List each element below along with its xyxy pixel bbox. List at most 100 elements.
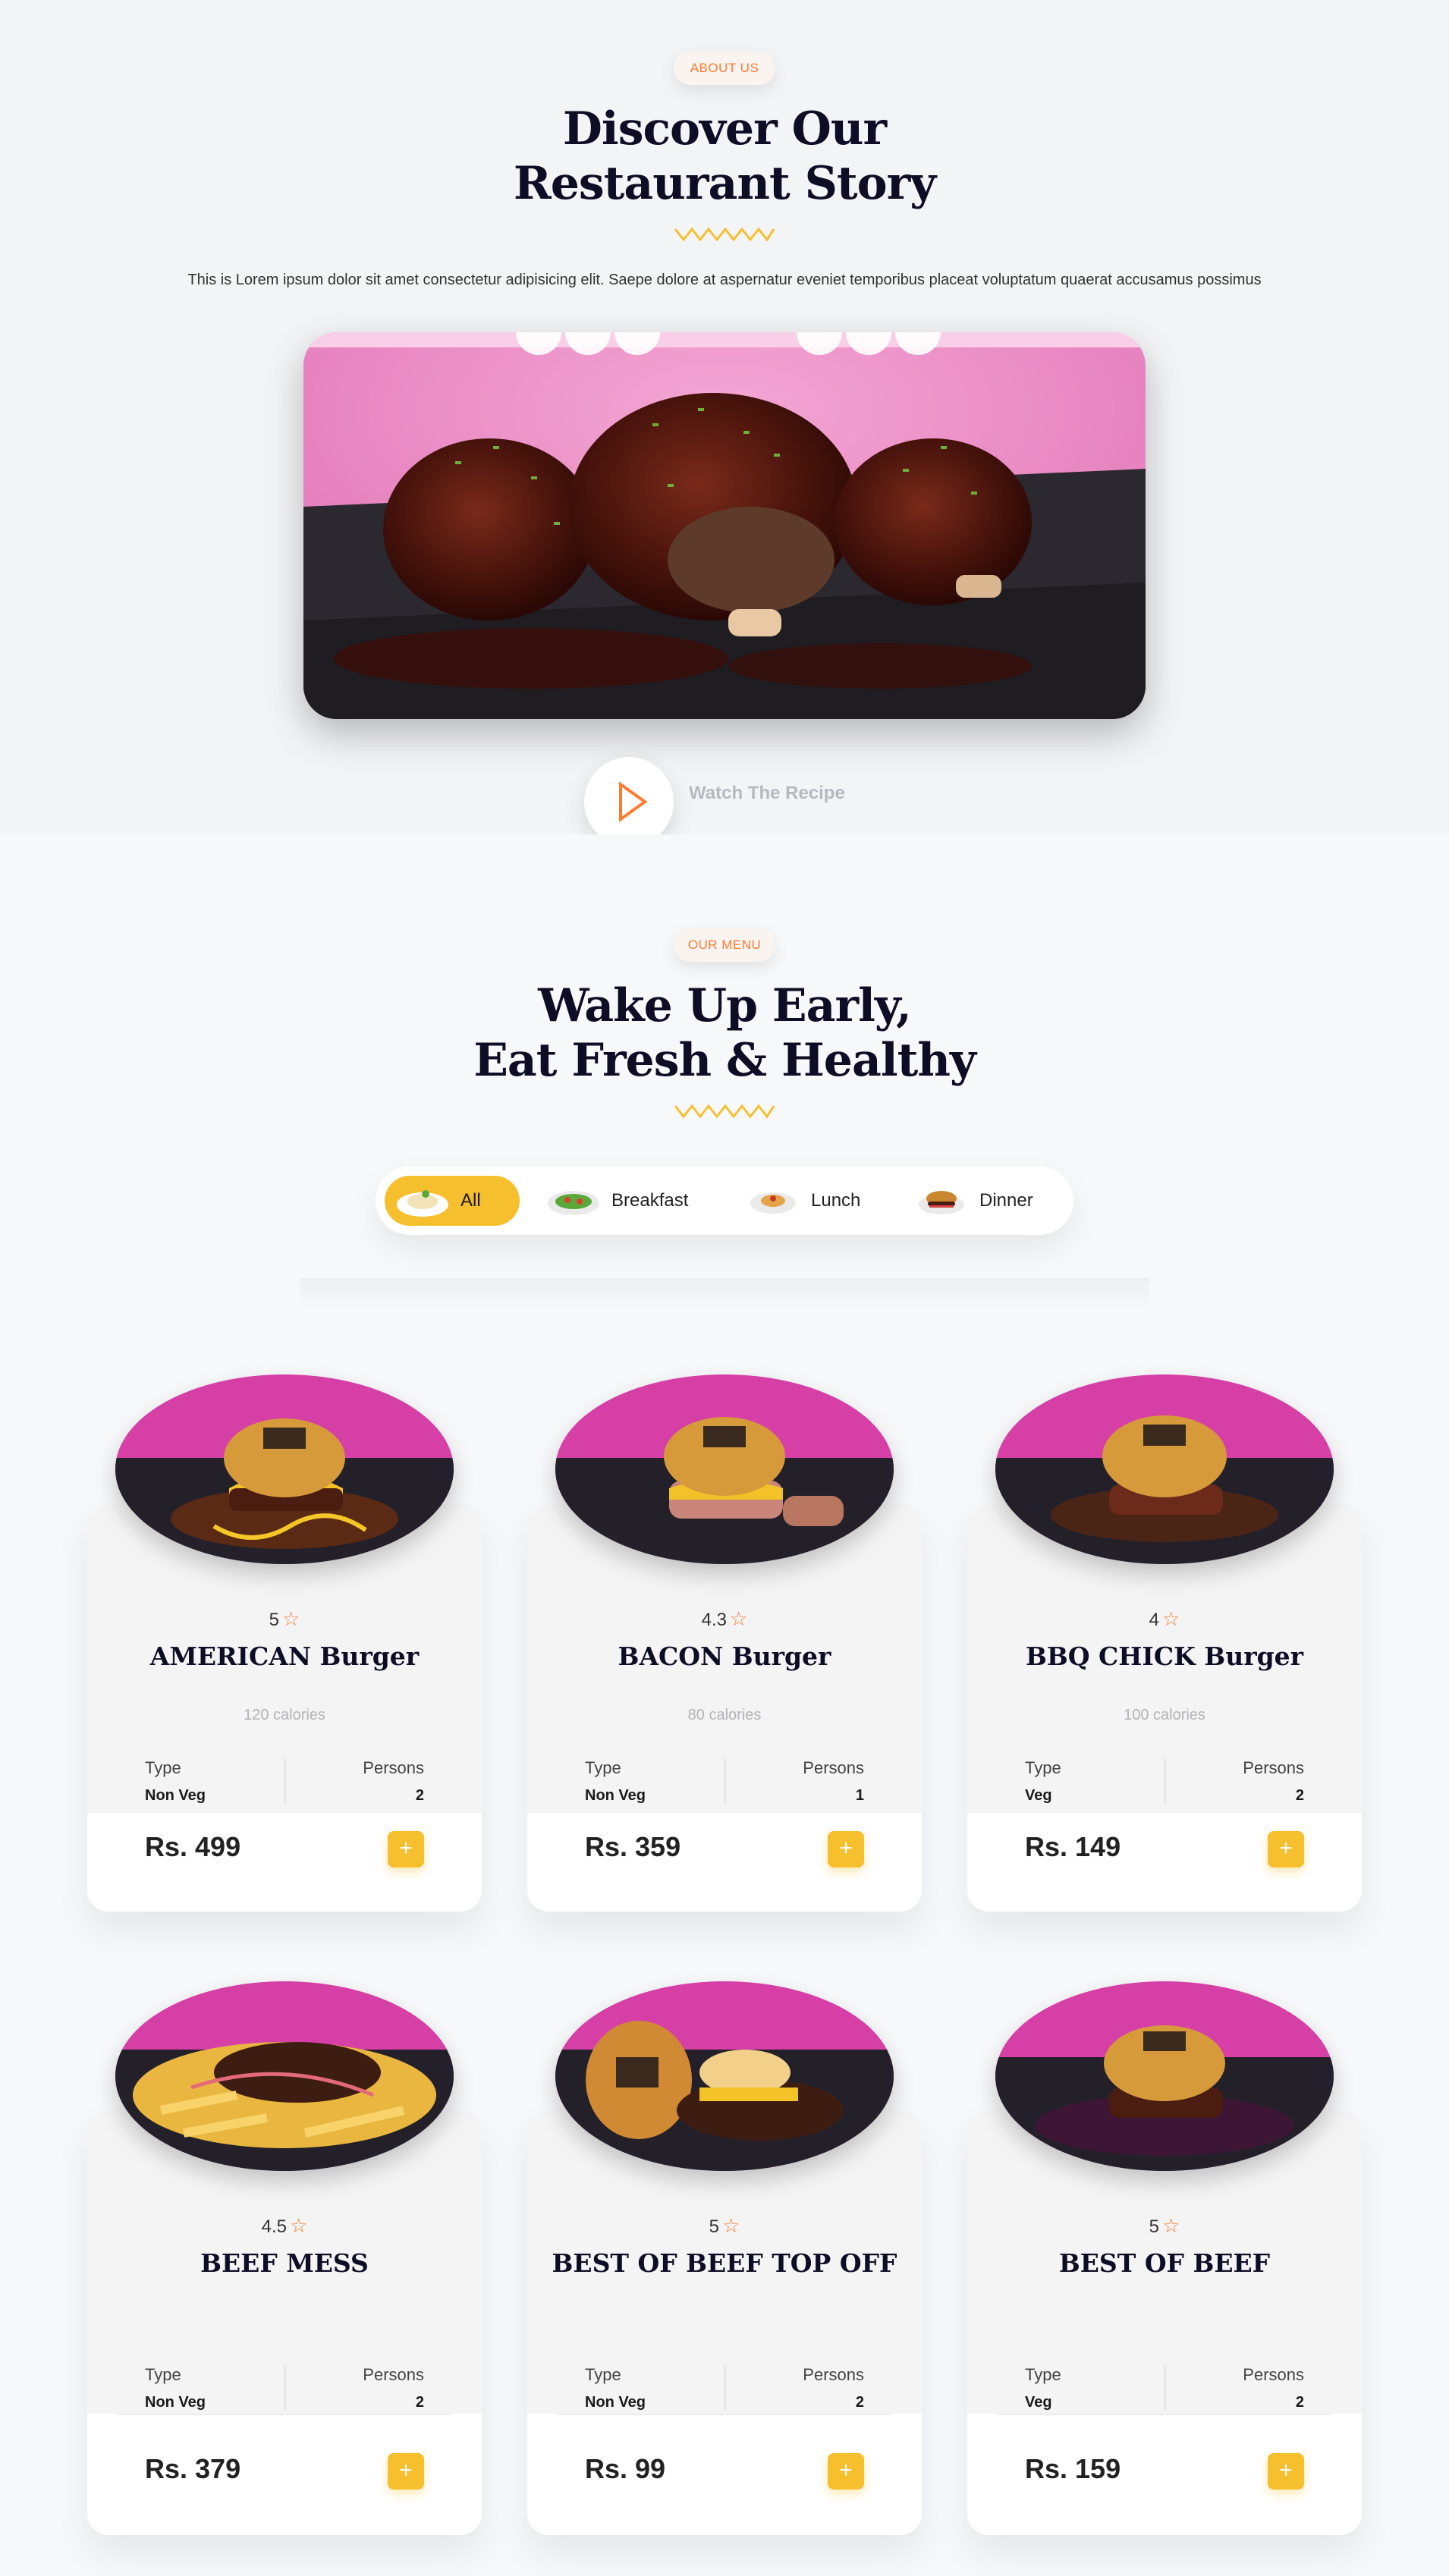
type-value: Veg [1025, 2394, 1052, 2411]
item-meta: Type Persons Non Veg 2 [145, 2365, 424, 2411]
persons-label: Persons [363, 2365, 424, 2384]
add-to-cart-button[interactable]: + [1268, 1831, 1304, 1868]
tab-lunch-label: Lunch [811, 1190, 861, 1211]
add-to-cart-button[interactable]: + [1268, 2453, 1304, 2490]
bbq-chick-burger-image [995, 1374, 1334, 1564]
rating: 5 ☆ [269, 1607, 300, 1630]
meta-divider [1165, 2365, 1166, 2411]
menu-title-line1: Wake Up Early, [538, 979, 912, 1032]
item-price: Rs. 359 [585, 1831, 681, 1862]
tab-all-label: All [460, 1190, 481, 1211]
menu-card[interactable]: 5 ☆ BEST OF BEEF Type Persons Veg 2 Rs. 1… [967, 1981, 1362, 2535]
persons-label: Persons [803, 2365, 864, 2384]
card-footer: Rs. 159 + [967, 2414, 1362, 2535]
tab-dinner[interactable]: Dinner [907, 1176, 1066, 1226]
item-price: Rs. 159 [1025, 2453, 1121, 2484]
persons-label: Persons [803, 1758, 864, 1777]
menu-card[interactable]: 5 ☆ AMERICAN Burger 120 calories Type Per… [87, 1374, 482, 1912]
meta-divider [724, 1758, 726, 1804]
star-icon: ☆ [1162, 2214, 1180, 2237]
item-calories: 100 calories [1124, 1707, 1205, 1723]
item-price: Rs. 149 [1025, 1831, 1121, 1862]
best-of-beef-image [995, 1981, 1334, 2171]
about-title-line1: Discover Our [562, 102, 887, 156]
bacon-burger-image [555, 1374, 894, 1564]
item-price: Rs. 379 [145, 2453, 241, 2484]
star-icon: ☆ [290, 2214, 308, 2237]
item-price: Rs. 99 [585, 2453, 666, 2484]
persons-value: 1 [855, 1787, 864, 1804]
item-calories: 120 calories [244, 1707, 325, 1723]
play-video-button[interactable] [584, 757, 674, 834]
tab-breakfast[interactable]: Breakfast [539, 1176, 721, 1226]
rice-plate-icon [397, 1190, 448, 1217]
zigzag-divider-icon [674, 227, 775, 242]
menu-title-line2: Eat Fresh & Healthy [473, 1034, 976, 1087]
type-label: Type [585, 2365, 621, 2384]
menu-card[interactable]: 4.5 ☆ BEEF MESS Type Persons Non Veg 2 Rs… [87, 1981, 482, 2535]
star-icon: ☆ [730, 1607, 748, 1630]
item-meta: Type Persons Non Veg 2 [145, 1758, 424, 1805]
menu-title: Wake Up Early, Eat Fresh & Healthy [0, 979, 1449, 1088]
persons-label: Persons [1243, 1758, 1304, 1777]
add-to-cart-button[interactable]: + [828, 2453, 864, 2490]
add-to-cart-button[interactable]: + [388, 2453, 424, 2490]
type-label: Type [1025, 1758, 1061, 1777]
add-to-cart-button[interactable]: + [388, 1831, 424, 1868]
menu-section: OUR MENU Wake Up Early, Eat Fresh & Heal… [0, 834, 1449, 2576]
zigzag-divider-icon [674, 1104, 775, 1119]
about-title-line2: Restaurant Story [513, 157, 936, 210]
card-footer: Rs. 499 + [87, 1813, 482, 1912]
about-section: ABOUT US Discover Our Restaurant Story T… [0, 0, 1449, 834]
card-footer: Rs. 99 + [527, 2414, 922, 2535]
card-footer: Rs. 359 + [527, 1813, 922, 1912]
menu-card[interactable]: 5 ☆ BEST OF BEEF TOP OFF Type Persons Non… [527, 1981, 922, 2535]
type-value: Non Veg [145, 2394, 206, 2411]
about-badge: ABOUT US [674, 52, 775, 85]
type-label: Type [145, 1758, 181, 1777]
item-meta: Type Persons Non Veg 2 [585, 2365, 864, 2411]
noodle-plate-icon [750, 1192, 796, 1214]
type-label: Type [585, 1758, 621, 1777]
persons-value: 2 [1295, 1787, 1304, 1804]
type-label: Type [145, 2365, 181, 2384]
rating: 4 ☆ [1149, 1607, 1180, 1630]
meta-divider [724, 2365, 726, 2411]
persons-value: 2 [855, 2394, 864, 2411]
add-to-cart-button[interactable]: + [828, 1831, 864, 1868]
meta-divider [284, 2365, 286, 2411]
star-icon: ☆ [722, 2214, 740, 2237]
watch-recipe-link[interactable]: Watch The Recipe [689, 783, 845, 804]
tab-lunch[interactable]: Lunch [738, 1176, 890, 1226]
meta-divider [1165, 1758, 1166, 1804]
menu-category-tabs: All Breakfast Lunch Dinner [376, 1167, 1073, 1235]
type-value: Non Veg [145, 1787, 206, 1804]
tab-all[interactable]: All [385, 1176, 520, 1226]
menu-badge: OUR MENU [674, 928, 775, 962]
item-calories: 80 calories [687, 1707, 762, 1723]
persons-label: Persons [1243, 2365, 1304, 2384]
rating: 4.5 ☆ [261, 2214, 308, 2237]
best-of-beef-top-off-image [555, 1981, 894, 2171]
item-name: AMERICAN Burger [149, 1641, 420, 1671]
type-value: Non Veg [585, 2394, 646, 2411]
item-name: BBQ CHICK Burger [1025, 1641, 1304, 1671]
persons-value: 2 [415, 2394, 424, 2411]
tab-breakfast-label: Breakfast [611, 1190, 689, 1211]
rating: 4.3 ☆ [701, 1607, 748, 1630]
menu-card[interactable]: 4 ☆ BBQ CHICK Burger 100 calories Type Pe… [967, 1374, 1362, 1912]
card-footer: Rs. 379 + [87, 2414, 482, 2535]
type-value: Non Veg [585, 1787, 646, 1804]
type-value: Veg [1025, 1787, 1052, 1804]
type-label: Type [1025, 2365, 1061, 2384]
burger-plate-icon [919, 1191, 964, 1214]
persons-value: 2 [1295, 2394, 1304, 2411]
menu-card[interactable]: 4.3 ☆ BACON Burger 80 calories Type Perso… [527, 1374, 922, 1912]
persons-value: 2 [415, 1787, 424, 1804]
tabs-shadow [300, 1278, 1149, 1308]
star-icon: ☆ [282, 1607, 300, 1630]
item-meta: Type Persons Non Veg 1 [585, 1758, 864, 1805]
play-icon [619, 781, 648, 822]
item-meta: Type Persons Veg 2 [1025, 1758, 1304, 1805]
star-icon: ☆ [1162, 1607, 1180, 1630]
